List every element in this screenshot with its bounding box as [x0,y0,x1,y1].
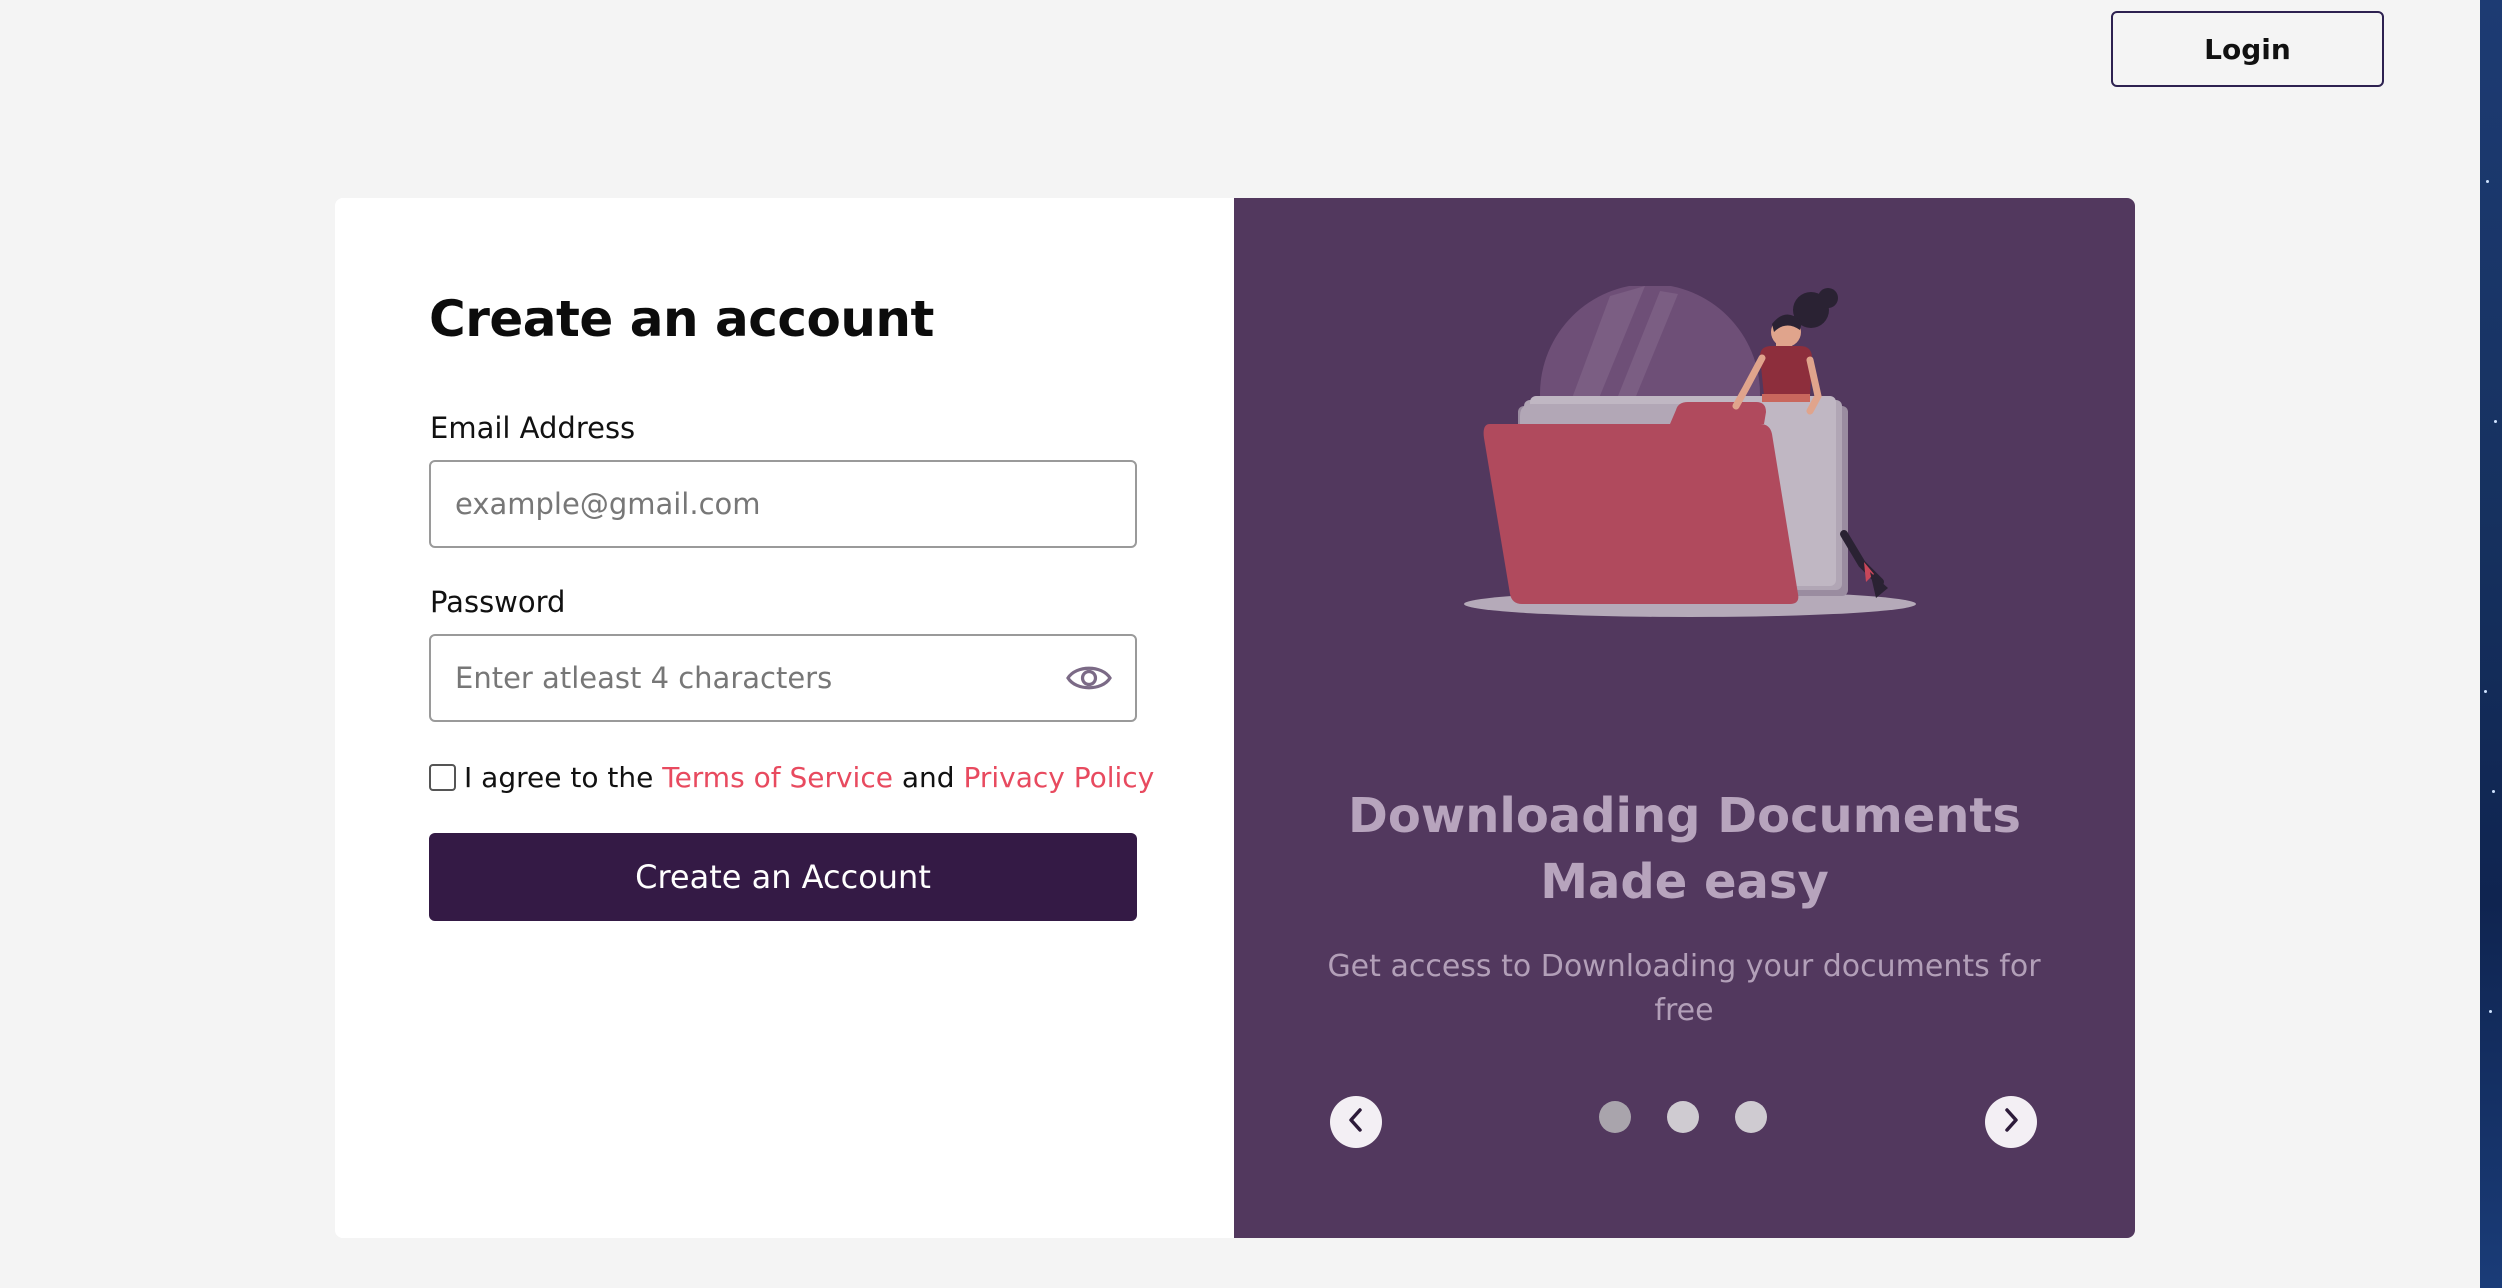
chevron-right-icon [2000,1107,2022,1137]
promo-title-line-2: Made easy [1540,854,1829,910]
terms-agreement: I agree to the Terms of Service and Priv… [429,761,1154,794]
signup-page: Login Create an account Email Address Pa… [0,0,2502,1288]
promo-carousel: Downloading Documents Made easy Get acce… [1234,198,2135,1238]
password-label: Password [430,585,566,619]
agree-prefix: I agree to the [464,761,654,794]
carousel-prev-button[interactable] [1330,1096,1382,1148]
email-field-container [429,460,1137,548]
password-field-container [429,634,1137,722]
privacy-policy-link[interactable]: Privacy Policy [963,761,1154,794]
page-title: Create an account [429,290,934,348]
carousel-dot-2[interactable] [1667,1101,1699,1133]
chevron-left-icon [1345,1107,1367,1137]
signup-form-panel: Create an account Email Address Password… [335,198,1234,1238]
carousel-dot-3[interactable] [1735,1101,1767,1133]
terms-of-service-link[interactable]: Terms of Service [662,761,893,794]
eye-icon[interactable] [1065,661,1113,695]
carousel-indicators [1599,1101,1767,1133]
email-field[interactable] [453,486,1113,522]
carousel-dot-1[interactable] [1599,1101,1631,1133]
email-label: Email Address [430,411,636,445]
login-button[interactable]: Login [2111,11,2384,87]
desktop-background-edge [2480,0,2502,1288]
signup-card: Create an account Email Address Password… [335,198,2135,1238]
create-account-button[interactable]: Create an Account [429,833,1137,921]
promo-title-line-1: Downloading Documents [1348,788,2021,844]
carousel-next-button[interactable] [1985,1096,2037,1148]
agree-checkbox[interactable] [429,764,456,791]
password-field[interactable] [453,660,1065,696]
agree-conjunction: and [901,761,955,794]
woman-with-folder-illustration [1460,284,1920,626]
promo-subtitle: Get access to Downloading your documents… [1327,949,2041,1028]
promo-title: Downloading Documents Made easy [1234,783,2135,915]
